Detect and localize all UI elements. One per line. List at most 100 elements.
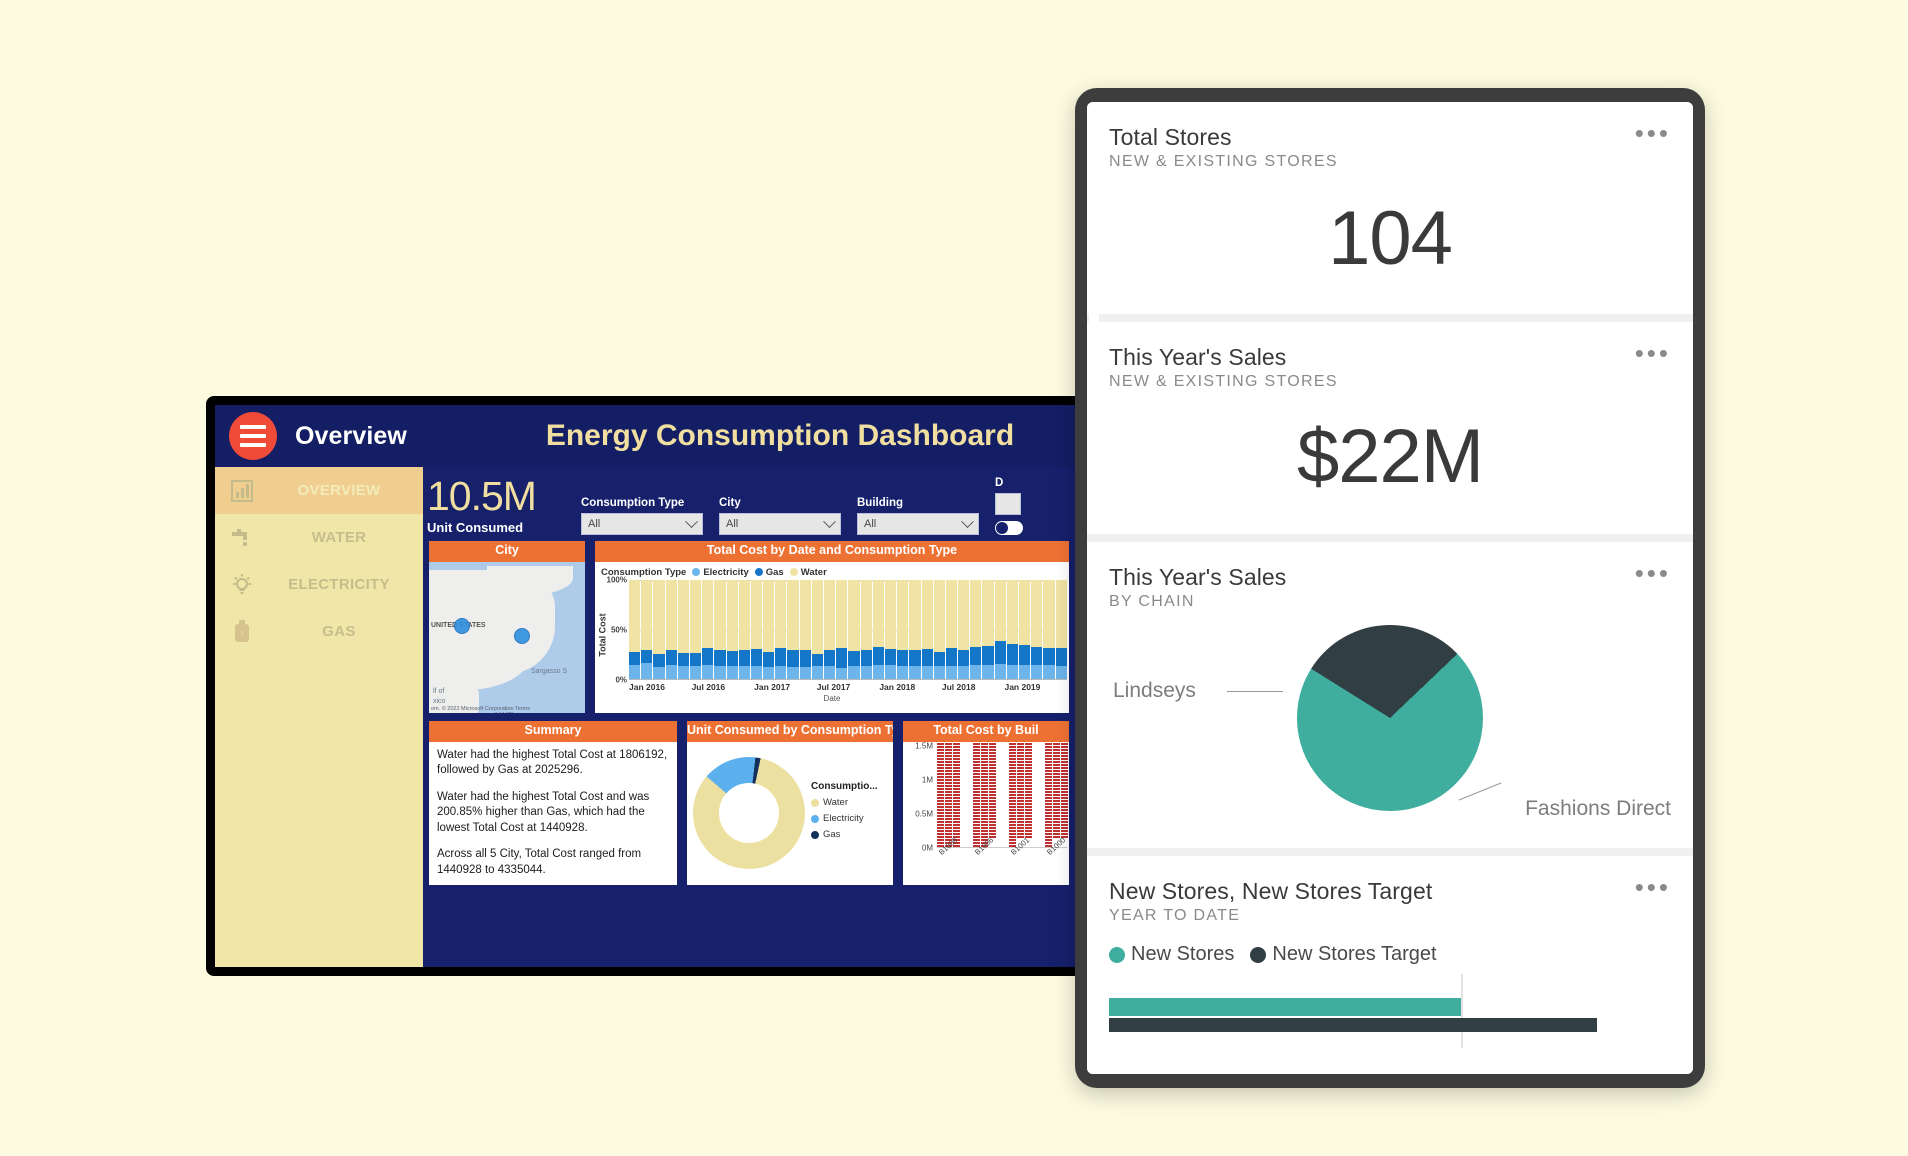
bar[interactable]: [677, 579, 689, 679]
pie-chart[interactable]: [1297, 625, 1483, 811]
bar[interactable]: [921, 579, 933, 679]
bar[interactable]: [1006, 579, 1018, 679]
bar[interactable]: [958, 579, 970, 679]
legend-item-water[interactable]: Water: [789, 567, 827, 578]
pictogram-column[interactable]: [973, 741, 999, 847]
bar[interactable]: [1019, 579, 1031, 679]
pictogram-column[interactable]: [1009, 741, 1035, 847]
building-icon: [945, 784, 952, 793]
bar[interactable]: [897, 579, 909, 679]
bar-segment-gas: [1043, 648, 1055, 665]
more-options-icon[interactable]: •••: [1635, 340, 1671, 365]
bar[interactable]: [653, 579, 665, 679]
bar[interactable]: [884, 579, 897, 679]
map-canvas[interactable]: UNITED STATES Sargasso S lf of xico MAIT…: [429, 561, 585, 713]
bar[interactable]: [787, 579, 799, 679]
bar[interactable]: [799, 579, 811, 679]
bar[interactable]: [629, 579, 641, 679]
building-icon: [1017, 784, 1024, 793]
bar[interactable]: [811, 579, 823, 679]
bar[interactable]: [775, 579, 787, 679]
more-options-icon[interactable]: •••: [1635, 560, 1671, 585]
building-icon: [973, 784, 980, 793]
building-icon: [953, 793, 960, 802]
bar[interactable]: [872, 579, 884, 679]
bar[interactable]: [970, 579, 982, 679]
bar-segment-gas: [848, 651, 860, 666]
map-bubble[interactable]: [454, 617, 470, 634]
more-options-icon[interactable]: •••: [1635, 120, 1671, 145]
bar[interactable]: [1031, 579, 1043, 679]
bar-new-stores-target[interactable]: [1109, 1018, 1597, 1032]
donut-legend-item-electricity[interactable]: Electricity: [811, 813, 878, 824]
bar[interactable]: [738, 579, 750, 679]
bar[interactable]: [641, 579, 653, 679]
bar[interactable]: [982, 579, 994, 679]
stacked-bars[interactable]: [629, 579, 1067, 680]
bar[interactable]: [909, 579, 921, 679]
donut-legend-item-water[interactable]: Water: [811, 797, 878, 808]
building-icon: [981, 741, 988, 748]
bar[interactable]: [994, 579, 1006, 679]
bar-segment-water: [958, 579, 970, 651]
filter-consumption-type-select[interactable]: All: [581, 513, 703, 535]
building-icon: [1061, 820, 1068, 829]
bar[interactable]: [750, 579, 763, 679]
bar-segment-water: [714, 579, 726, 651]
hamburger-icon[interactable]: [229, 412, 277, 460]
kpi-label: Unit Consumed: [427, 520, 524, 535]
bar[interactable]: [1043, 579, 1055, 679]
bar[interactable]: [702, 579, 714, 679]
map-bubble[interactable]: [514, 627, 530, 644]
bar[interactable]: [689, 579, 702, 679]
bar[interactable]: [726, 579, 738, 679]
donut-legend-item-gas[interactable]: Gas: [811, 829, 878, 840]
filter-date: D: [995, 477, 1035, 535]
sidebar-item-electricity[interactable]: ELECTRICITY: [215, 561, 423, 608]
pie-label-fashions-direct: Fashions Direct: [1525, 797, 1671, 820]
sidebar-item-water[interactable]: WATER: [215, 514, 423, 561]
bar[interactable]: [933, 579, 945, 679]
bar[interactable]: [824, 579, 836, 679]
bar[interactable]: [860, 579, 872, 679]
bar[interactable]: [763, 579, 775, 679]
filter-date-select[interactable]: [995, 493, 1021, 515]
sidebar-item-overview[interactable]: OVERVIEW: [215, 467, 423, 514]
bar[interactable]: [714, 579, 726, 679]
legend-item-new-stores[interactable]: New Stores: [1109, 943, 1234, 966]
summary-paragraph: Water had the highest Total Cost at 1806…: [437, 748, 668, 777]
gas-canister-icon: [215, 619, 269, 645]
bar[interactable]: [836, 579, 848, 679]
bar-new-stores[interactable]: [1109, 998, 1461, 1016]
card-unit-consumed-donut-body: Consumptio... Water Electricity Gas: [687, 741, 893, 885]
pictogram-y-axis: 1.5M 1M 0.5M 0M: [905, 742, 933, 853]
building-icon: [989, 802, 996, 811]
more-options-icon[interactable]: •••: [1635, 874, 1671, 899]
building-icon: [973, 820, 980, 829]
bar[interactable]: [665, 579, 677, 679]
sidebar-item-gas-label: GAS: [322, 623, 356, 640]
bar[interactable]: [848, 579, 860, 679]
scrollbar[interactable]: [1089, 228, 1099, 458]
filter-city-select[interactable]: All: [719, 513, 841, 535]
filter-toggle[interactable]: [995, 521, 1023, 535]
filter-building-select[interactable]: All: [857, 513, 979, 535]
pictogram-column[interactable]: [937, 741, 963, 847]
donut-chart[interactable]: [693, 757, 805, 870]
legend-item-new-stores-target[interactable]: New Stores Target: [1250, 943, 1437, 966]
bar[interactable]: [945, 579, 958, 679]
building-icon: [1025, 802, 1032, 811]
pictogram-column[interactable]: [1045, 741, 1069, 847]
bar[interactable]: [1055, 579, 1067, 679]
building-icon: [953, 741, 960, 748]
bar-segment-electricity: [629, 664, 641, 679]
new-stores-bars[interactable]: [1109, 974, 1671, 1056]
sidebar-item-gas[interactable]: GAS: [215, 608, 423, 655]
bar-segment-electricity: [775, 665, 787, 679]
card-city-map-body[interactable]: UNITED STATES Sargasso S lf of xico MAIT…: [429, 561, 585, 713]
bar-segment-gas: [860, 650, 872, 666]
building-icon: [1061, 811, 1068, 820]
bar-segment-gas: [872, 647, 884, 665]
legend-item-electricity[interactable]: Electricity: [692, 567, 749, 578]
legend-item-gas[interactable]: Gas: [754, 567, 784, 578]
